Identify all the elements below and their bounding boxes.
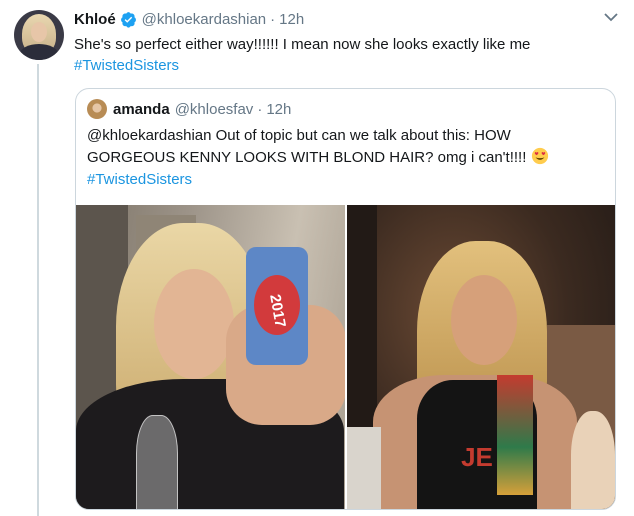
avatar[interactable]	[14, 10, 64, 60]
shirt-text: JE	[461, 442, 493, 472]
quoted-tweet-header: amanda @khloesfav · 12h	[87, 99, 291, 119]
quoted-tweet-body: @khloekardashian Out of topic but can we…	[87, 127, 527, 166]
quoted-hashtag-link[interactable]: #TwistedSisters	[87, 169, 602, 191]
tweet-text: She's so perfect either way!!!!!! I mean…	[74, 34, 614, 76]
seated-portrait-photo[interactable]: JE	[346, 205, 615, 509]
mirror-selfie-photo[interactable]: 2017	[76, 205, 345, 509]
shirt-print: JE	[461, 442, 493, 472]
quoted-tweet[interactable]: amanda @khloesfav · 12h @khloekardashian…	[75, 88, 616, 510]
tweet[interactable]: Khloé @khloekardashian · 12h She's so pe…	[0, 0, 634, 516]
heart-eyes-emoji-icon	[531, 147, 548, 165]
quoted-timestamp[interactable]: 12h	[266, 101, 291, 118]
handle[interactable]: @khloekardashian	[142, 11, 266, 28]
phone-case-text: 2017	[266, 293, 289, 329]
quoted-tweet-text: @khloekardashian Out of topic but can we…	[87, 125, 602, 191]
separator-dot: ·	[270, 11, 276, 28]
phone-case-print: 2017	[266, 293, 289, 329]
thread-line	[37, 64, 39, 516]
quoted-separator-dot: ·	[257, 100, 263, 118]
media-grid: 2017 JE	[76, 205, 615, 509]
timestamp[interactable]: 12h	[279, 11, 304, 28]
tweet-header: Khloé @khloekardashian · 12h	[74, 11, 304, 28]
quoted-avatar[interactable]	[87, 99, 107, 119]
tweet-body: She's so perfect either way!!!!!! I mean…	[74, 36, 531, 53]
hashtag-link[interactable]: #TwistedSisters	[74, 55, 614, 76]
display-name[interactable]: Khloé	[74, 11, 116, 28]
quoted-display-name[interactable]: amanda	[113, 101, 170, 118]
chevron-down-icon[interactable]	[604, 12, 618, 22]
verified-badge-icon	[120, 12, 136, 28]
quoted-handle[interactable]: @khloesfav	[175, 101, 254, 118]
